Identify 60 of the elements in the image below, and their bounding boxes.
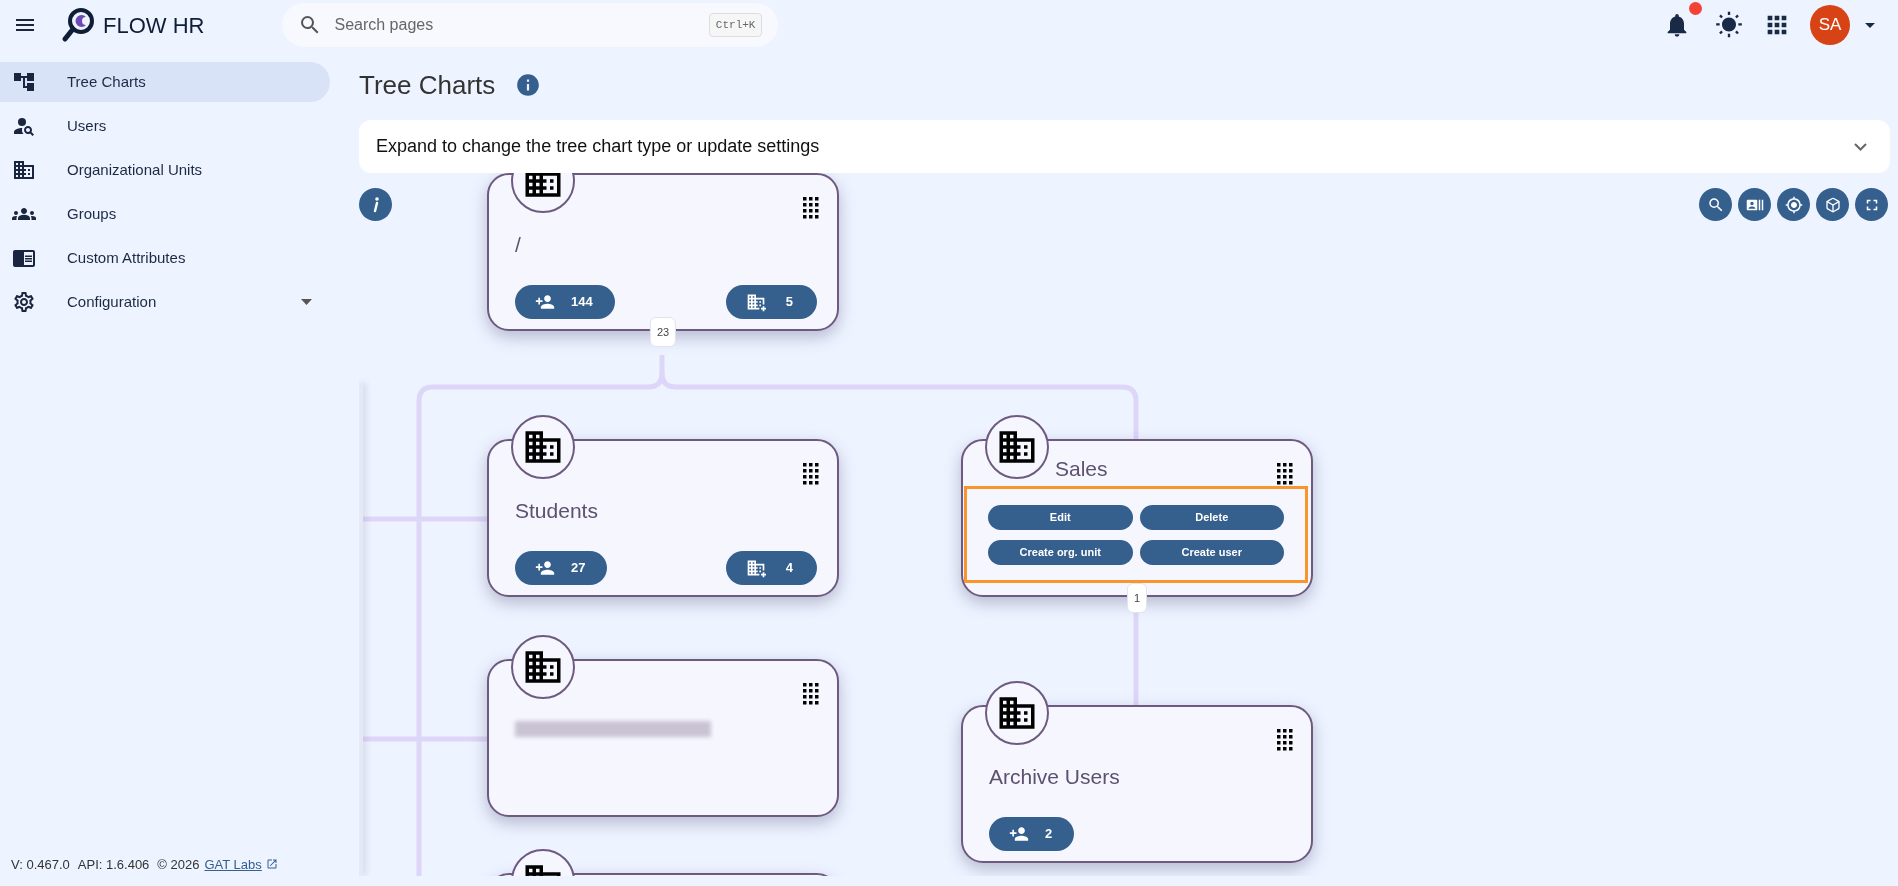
company-link[interactable]: GAT Labs [204, 854, 278, 874]
external-link-icon [265, 858, 278, 871]
unit-name: Sales [1055, 456, 1108, 482]
copyright-text: © 2026 [157, 855, 200, 874]
theme-toggle-button[interactable] [1714, 10, 1744, 40]
users-count-button[interactable]: 27 [515, 551, 608, 585]
dot-grid-icon[interactable] [1277, 463, 1293, 485]
nav-item[interactable]: Organizational Units [0, 150, 330, 190]
page-title: Tree Charts [359, 68, 496, 102]
api-version-text: API: 1.6.406 [77, 855, 150, 874]
add-person-icon [535, 292, 555, 312]
dot-grid-icon[interactable] [803, 683, 819, 705]
nav-item[interactable]: Tree Charts [0, 62, 330, 102]
user-avatar[interactable]: SA [1810, 5, 1850, 45]
italic-i-icon [371, 196, 380, 213]
version-text: V: 0.467.0 [11, 855, 70, 874]
search-icon [1706, 195, 1725, 214]
dot-grid-icon[interactable] [1277, 729, 1293, 751]
nav-item[interactable]: Groups [0, 194, 330, 234]
unit-name: Archive Users [989, 764, 1120, 790]
crosshair-button[interactable] [1777, 188, 1810, 221]
add-building-icon [745, 558, 766, 578]
nav-icon [12, 70, 36, 94]
cube-icon [1824, 196, 1841, 213]
shortcut-hint: Ctrl+K [708, 12, 763, 38]
search-input[interactable]: Search pages [334, 13, 697, 37]
user-list-button[interactable] [1738, 188, 1771, 221]
add-building-icon [745, 292, 766, 312]
magnifier-logo-icon [61, 7, 95, 43]
dot-grid-icon[interactable] [803, 197, 819, 219]
units-count-button[interactable]: 4 [725, 551, 817, 585]
dot-grid-icon[interactable] [803, 463, 819, 485]
add-person-icon [1009, 824, 1029, 844]
unit-name: Students [515, 498, 598, 524]
action-button[interactable]: Create user [1139, 540, 1284, 565]
settings-panel[interactable]: Expand to change the tree chart type or update settings [359, 120, 1890, 173]
chevron-down-icon [1854, 142, 1867, 151]
search-button[interactable] [1699, 188, 1732, 221]
child-count-badge[interactable]: 1 [1126, 583, 1148, 613]
cube-button[interactable] [1816, 188, 1849, 221]
nav-item[interactable]: Custom Attributes [0, 238, 330, 278]
app-name: FLOW HR [103, 11, 205, 40]
info-icon[interactable] [515, 72, 542, 98]
units-count-button[interactable]: 5 [725, 285, 817, 319]
search-field[interactable]: Search pages Ctrl+K [282, 3, 779, 47]
nav-icon [12, 290, 36, 314]
crosshair-icon [1784, 195, 1803, 214]
child-count-badge[interactable]: 23 [649, 317, 677, 347]
add-person-icon [535, 558, 555, 578]
action-button[interactable]: Create org. unit [988, 540, 1133, 565]
nav-item[interactable]: Users [0, 106, 330, 146]
action-button[interactable]: Delete [1139, 505, 1284, 530]
nav-item[interactable]: Configuration [0, 282, 330, 322]
action-button[interactable]: Edit [988, 505, 1133, 530]
users-count-button[interactable]: 2 [989, 817, 1075, 851]
fullscreen-button[interactable] [1855, 188, 1888, 221]
users-count-button[interactable]: 144 [515, 285, 615, 319]
unit-name: / [515, 232, 521, 258]
legend-info-button[interactable] [359, 188, 392, 221]
nav-icon [12, 158, 36, 182]
